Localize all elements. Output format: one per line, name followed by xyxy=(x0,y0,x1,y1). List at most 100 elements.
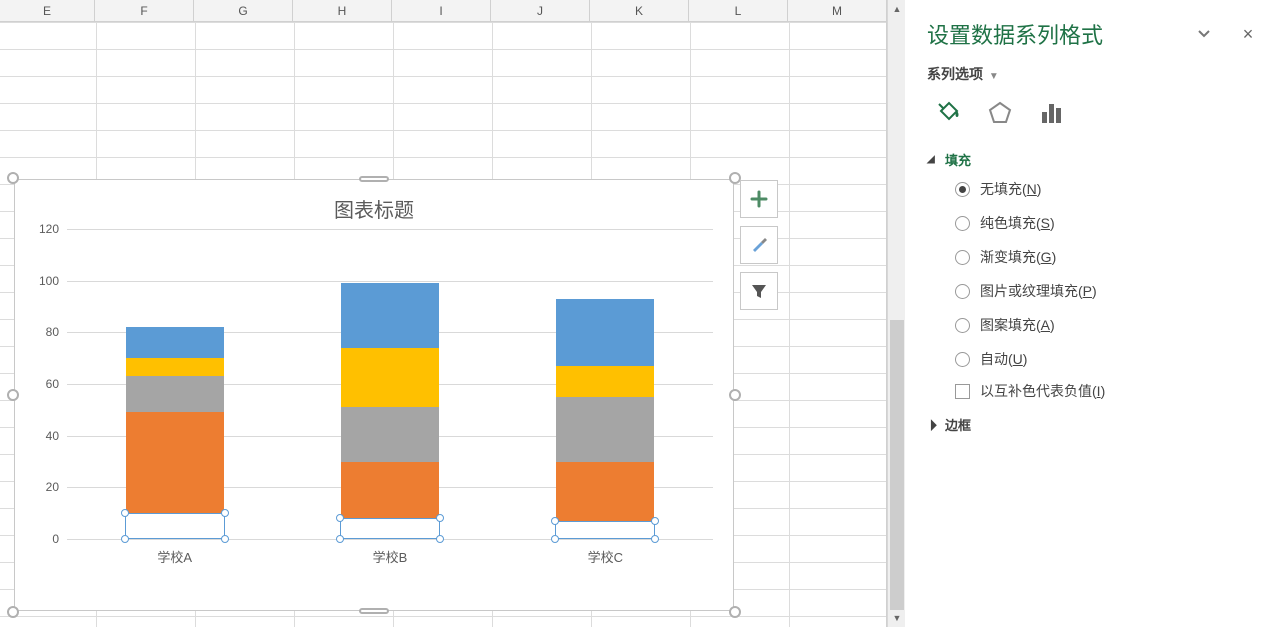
column-header[interactable]: F xyxy=(95,0,194,21)
column-header[interactable]: K xyxy=(590,0,689,21)
radio-icon xyxy=(955,216,970,231)
chart-handle-mt[interactable] xyxy=(359,176,389,182)
chevron-down-icon xyxy=(1198,30,1210,38)
y-tick-label: 60 xyxy=(46,377,59,391)
bar-group[interactable] xyxy=(556,229,654,539)
y-tick-label: 0 xyxy=(52,532,59,546)
histogram-icon xyxy=(1039,100,1065,126)
fill-options-list: 无填充(N) 纯色填充(S) 渐变填充(G) 图片或纹理填充(P) 图案填充(A) 自动(… xyxy=(955,179,1258,369)
chart-object[interactable]: 图表标题 020406080100120 学校A学校B学校C xyxy=(14,179,734,611)
bar-segment[interactable] xyxy=(341,407,439,461)
column-header[interactable]: L xyxy=(689,0,788,21)
y-tick-label: 20 xyxy=(46,480,59,494)
tab-series-options[interactable] xyxy=(1037,98,1067,128)
scroll-thumb[interactable] xyxy=(890,320,904,610)
border-section-header[interactable]: ◢ 边框 xyxy=(927,415,1258,434)
fill-option-label: 图案填充(A) xyxy=(980,315,1055,335)
chart-handle-tl[interactable] xyxy=(7,172,19,184)
column-header[interactable]: G xyxy=(194,0,293,21)
radio-icon xyxy=(955,250,970,265)
invert-negative-checkbox[interactable]: 以互补色代表负值(I) xyxy=(955,381,1258,401)
border-section-label: 边框 xyxy=(945,415,971,434)
bar-segment[interactable] xyxy=(341,283,439,348)
disclosure-triangle-icon: ◢ xyxy=(925,417,940,432)
fill-section-label: 填充 xyxy=(945,150,971,169)
fill-option-radio[interactable]: 图案填充(A) xyxy=(955,315,1258,335)
format-tab-icons xyxy=(933,98,1258,128)
column-header[interactable]: M xyxy=(788,0,887,21)
bar-segment[interactable] xyxy=(556,397,654,462)
chart-handle-mb[interactable] xyxy=(359,608,389,614)
bar-segment[interactable] xyxy=(341,462,439,519)
bar-segment[interactable] xyxy=(556,521,654,539)
chart-bars[interactable] xyxy=(67,229,713,539)
chart-title[interactable]: 图表标题 xyxy=(15,180,733,229)
pane-close-button[interactable]: × xyxy=(1238,24,1258,44)
bar-segment[interactable] xyxy=(126,358,224,376)
y-tick-label: 40 xyxy=(46,429,59,443)
scroll-down-button[interactable]: ▼ xyxy=(888,609,906,627)
fill-option-radio[interactable]: 自动(U) xyxy=(955,349,1258,369)
bar-segment[interactable] xyxy=(341,518,439,539)
radio-icon xyxy=(955,182,970,197)
fill-option-radio[interactable]: 无填充(N) xyxy=(955,179,1258,199)
y-axis: 020406080100120 xyxy=(27,229,63,539)
radio-icon xyxy=(955,352,970,367)
fill-section-header[interactable]: ◢ 填充 xyxy=(927,150,1258,169)
bar-segment[interactable] xyxy=(126,376,224,412)
chart-plot-area[interactable]: 020406080100120 xyxy=(67,229,713,539)
bar-group[interactable] xyxy=(341,229,439,539)
scroll-up-button[interactable]: ▲ xyxy=(888,0,906,18)
spreadsheet-area: EFGHIJKLM 图表标题 020406080100120 学校A学校B学校C xyxy=(0,0,887,627)
fill-option-label: 纯色填充(S) xyxy=(980,213,1055,233)
chart-handle-ml[interactable] xyxy=(7,389,19,401)
pane-options-button[interactable] xyxy=(1194,24,1214,44)
column-header[interactable]: J xyxy=(491,0,590,21)
chart-handle-bl[interactable] xyxy=(7,606,19,618)
filter-icon xyxy=(750,282,768,300)
bar-segment[interactable] xyxy=(126,513,224,539)
chart-element-buttons xyxy=(740,180,778,310)
tab-fill-line[interactable] xyxy=(933,98,963,128)
bar-group[interactable] xyxy=(126,229,224,539)
bar-segment[interactable] xyxy=(556,462,654,521)
format-pane-header: 设置数据系列格式 × xyxy=(927,18,1258,50)
chevron-down-icon: ▼ xyxy=(989,71,999,82)
x-tick-label: 学校B xyxy=(341,547,439,566)
y-tick-label: 100 xyxy=(39,274,59,288)
bar-segment[interactable] xyxy=(126,412,224,513)
fill-option-label: 渐变填充(G) xyxy=(980,247,1056,267)
invert-negative-label: 以互补色代表负值(I) xyxy=(980,381,1105,401)
y-tick-label: 120 xyxy=(39,222,59,236)
chart-handle-br[interactable] xyxy=(729,606,741,618)
bar-segment[interactable] xyxy=(341,348,439,407)
fill-option-radio[interactable]: 纯色填充(S) xyxy=(955,213,1258,233)
fill-option-label: 自动(U) xyxy=(980,349,1027,369)
series-options-dropdown[interactable]: 系列选项 ▼ xyxy=(927,64,1258,84)
plus-icon xyxy=(750,190,768,208)
series-options-label: 系列选项 xyxy=(927,66,983,82)
x-tick-label: 学校C xyxy=(556,547,654,566)
chart-filter-button[interactable] xyxy=(740,272,778,310)
fill-option-label: 图片或纹理填充(P) xyxy=(980,281,1097,301)
chart-handle-mr[interactable] xyxy=(729,389,741,401)
y-tick-label: 80 xyxy=(46,325,59,339)
column-header[interactable]: H xyxy=(293,0,392,21)
fill-option-label: 无填充(N) xyxy=(980,179,1041,199)
disclosure-triangle-icon: ◢ xyxy=(927,154,937,165)
fill-option-radio[interactable]: 渐变填充(G) xyxy=(955,247,1258,267)
chart-styles-button[interactable] xyxy=(740,226,778,264)
column-header[interactable]: I xyxy=(392,0,491,21)
bar-segment[interactable] xyxy=(556,366,654,397)
format-pane-title: 设置数据系列格式 xyxy=(927,18,1103,50)
tab-effects[interactable] xyxy=(985,98,1015,128)
chart-add-element-button[interactable] xyxy=(740,180,778,218)
bar-segment[interactable] xyxy=(556,299,654,366)
radio-icon xyxy=(955,284,970,299)
fill-option-radio[interactable]: 图片或纹理填充(P) xyxy=(955,281,1258,301)
column-headers-row: EFGHIJKLM xyxy=(0,0,886,22)
vertical-scrollbar[interactable]: ▲ ▼ xyxy=(887,0,905,627)
column-header[interactable]: E xyxy=(0,0,95,21)
bar-segment[interactable] xyxy=(126,327,224,358)
checkbox-icon xyxy=(955,384,970,399)
